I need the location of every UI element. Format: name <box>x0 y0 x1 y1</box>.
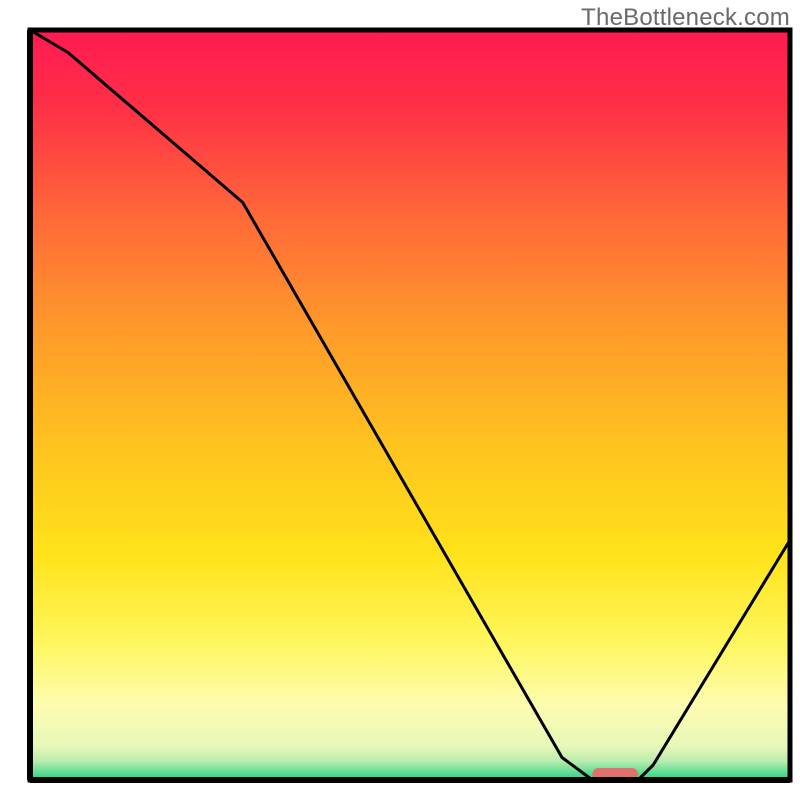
bottleneck-chart <box>0 0 800 800</box>
chart-container: TheBottleneck.com <box>0 0 800 800</box>
gradient-background <box>30 30 790 780</box>
watermark-text: TheBottleneck.com <box>581 4 790 32</box>
